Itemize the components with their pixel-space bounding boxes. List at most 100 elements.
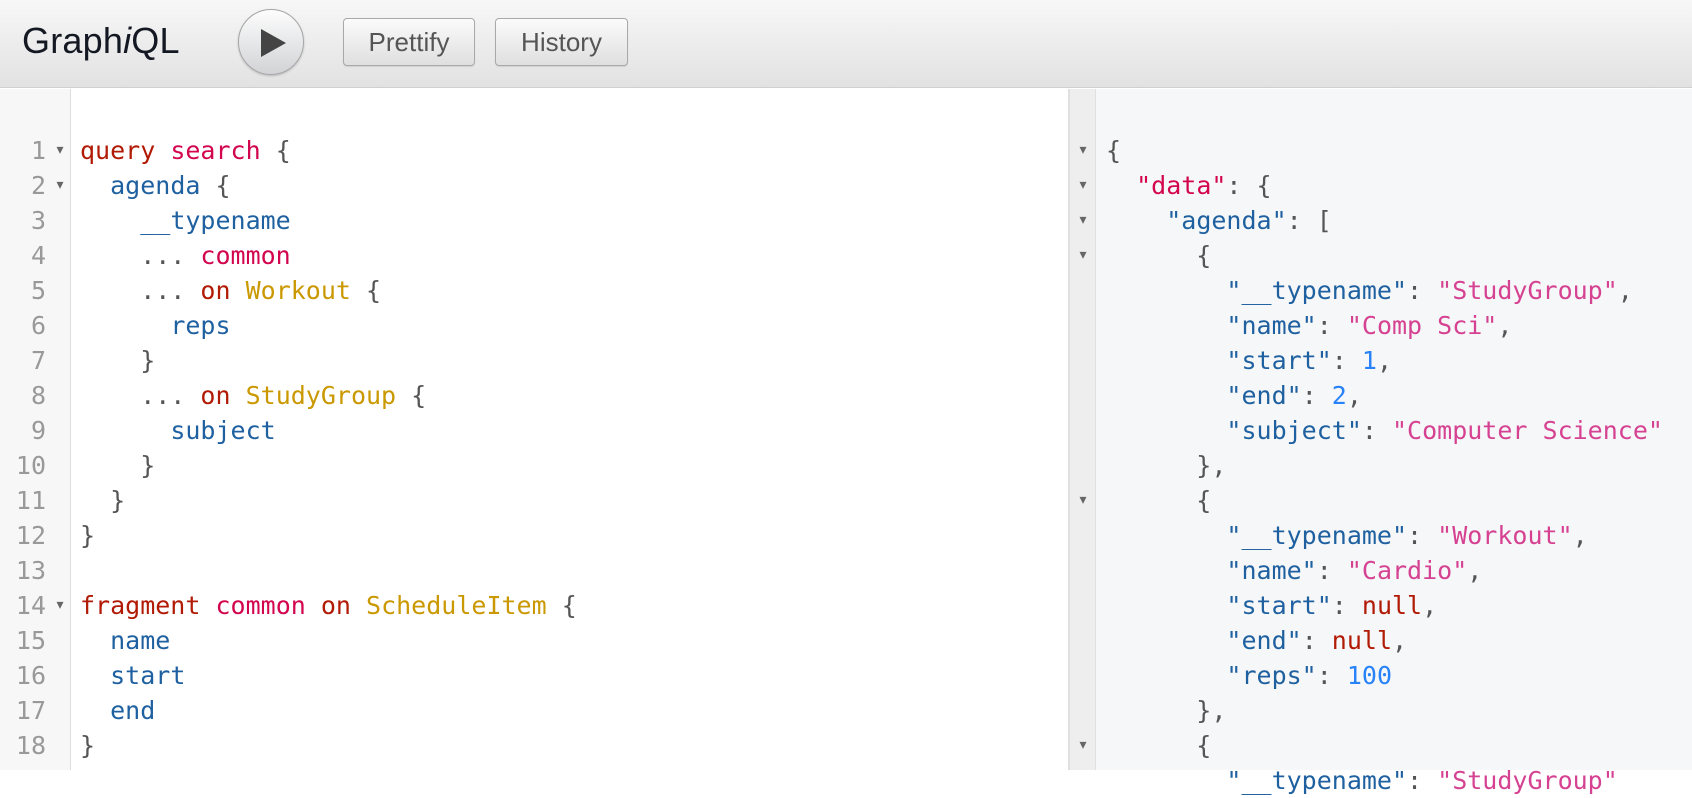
code-token: , xyxy=(1572,521,1588,550)
line-number: 8 xyxy=(30,381,46,410)
fold-arrow-icon[interactable]: ▾ xyxy=(53,168,67,203)
code-token: "reps" xyxy=(1226,661,1317,690)
code-token: ... xyxy=(80,241,201,270)
prettify-button[interactable]: Prettify xyxy=(343,18,475,66)
code-line[interactable]: ... common xyxy=(80,238,291,273)
code-token: "name" xyxy=(1226,556,1317,585)
code-token: on xyxy=(320,591,351,620)
code-token: } xyxy=(80,346,156,375)
result-line: "subject": "Computer Science" xyxy=(1106,413,1663,448)
code-token: on xyxy=(200,381,231,410)
line-number: 1 xyxy=(30,136,46,165)
code-token: { xyxy=(546,591,577,620)
code-line[interactable]: fragment common on ScheduleItem { xyxy=(80,588,577,623)
code-line[interactable]: } xyxy=(80,448,155,483)
code-token: "__typename" xyxy=(1226,276,1408,305)
code-line[interactable]: __typename xyxy=(80,203,291,238)
code-token: : xyxy=(1316,556,1347,585)
code-token: } xyxy=(80,451,156,480)
code-token: , xyxy=(1422,591,1438,620)
code-line[interactable]: } xyxy=(80,518,95,553)
fold-arrow-icon[interactable]: ▾ xyxy=(53,588,67,623)
code-token: : xyxy=(1316,661,1347,690)
code-token: "__typename" xyxy=(1226,766,1408,795)
code-token: "Workout" xyxy=(1437,521,1573,550)
result-line: "name": "Comp Sci", xyxy=(1106,308,1512,343)
fold-arrow-icon[interactable]: ▾ xyxy=(1076,728,1090,763)
code-token: ScheduleItem xyxy=(366,591,547,620)
line-number: 2 xyxy=(30,171,46,200)
result-line: { xyxy=(1106,728,1211,763)
line-number: 12 xyxy=(15,521,46,550)
code-line[interactable]: name xyxy=(80,623,170,658)
fold-arrow-icon[interactable]: ▾ xyxy=(1076,483,1090,518)
line-number: 16 xyxy=(15,661,46,690)
code-line[interactable]: ... on StudyGroup { xyxy=(80,378,426,413)
code-token: null xyxy=(1361,591,1423,620)
code-token: : xyxy=(1301,381,1332,410)
line-number: 9 xyxy=(30,416,46,445)
code-token: "name" xyxy=(1226,311,1317,340)
line-number: 5 xyxy=(30,276,46,305)
code-line[interactable]: } xyxy=(80,728,95,763)
code-token: name xyxy=(110,626,171,655)
code-token: "data" xyxy=(1136,171,1227,200)
line-number: 13 xyxy=(15,556,46,585)
code-token: on xyxy=(200,276,231,305)
result-line: "__typename": "StudyGroup", xyxy=(1106,273,1632,308)
result-line: "data": { xyxy=(1106,168,1271,203)
history-button[interactable]: History xyxy=(495,18,628,66)
query-editor[interactable]: 1 ▾ query search {2 ▾ agenda {3 __typename 4… xyxy=(0,89,1068,770)
code-token: : xyxy=(1331,591,1362,620)
line-number: 3 xyxy=(30,206,46,235)
result-line: { xyxy=(1106,238,1211,273)
result-line: "start": 1, xyxy=(1106,343,1392,378)
code-token: { xyxy=(215,171,231,200)
code-line[interactable]: agenda { xyxy=(80,168,231,203)
code-token: Workout xyxy=(245,276,351,305)
fold-arrow-icon[interactable]: ▾ xyxy=(1076,168,1090,203)
code-line[interactable]: ... on Workout { xyxy=(80,273,381,308)
line-number: 11 xyxy=(15,486,46,515)
code-token: search xyxy=(170,136,261,165)
code-token: , xyxy=(1346,381,1362,410)
code-token: agenda xyxy=(110,171,201,200)
code-line[interactable]: start xyxy=(80,658,185,693)
code-token: , xyxy=(1467,556,1483,585)
result-window: ▾ {▾ "data": {▾ "agenda": [▾ { "__typenam… xyxy=(1070,89,1692,795)
line-number: 7 xyxy=(30,346,46,375)
line-number: 10 xyxy=(15,451,46,480)
code-line[interactable]: subject xyxy=(80,413,275,448)
fold-arrow-icon[interactable]: ▾ xyxy=(53,133,67,168)
code-line[interactable]: } xyxy=(80,483,125,518)
fold-arrow-icon[interactable]: ▾ xyxy=(1076,133,1090,168)
code-line[interactable]: reps xyxy=(80,308,230,343)
code-line[interactable]: end xyxy=(80,693,155,728)
code-token: StudyGroup xyxy=(245,381,397,410)
execute-button[interactable] xyxy=(238,9,304,75)
code-token: "__typename" xyxy=(1226,521,1408,550)
fold-arrow-icon[interactable]: ▾ xyxy=(1076,203,1090,238)
code-token: "subject" xyxy=(1226,416,1362,445)
code-line[interactable]: } xyxy=(80,343,155,378)
code-token: : xyxy=(1331,346,1362,375)
code-line[interactable]: query search { xyxy=(80,133,291,168)
fold-arrow-icon[interactable]: ▾ xyxy=(1076,238,1090,273)
code-token: "Comp Sci" xyxy=(1346,311,1498,340)
code-token: } xyxy=(110,486,126,515)
code-token: { xyxy=(396,381,427,410)
